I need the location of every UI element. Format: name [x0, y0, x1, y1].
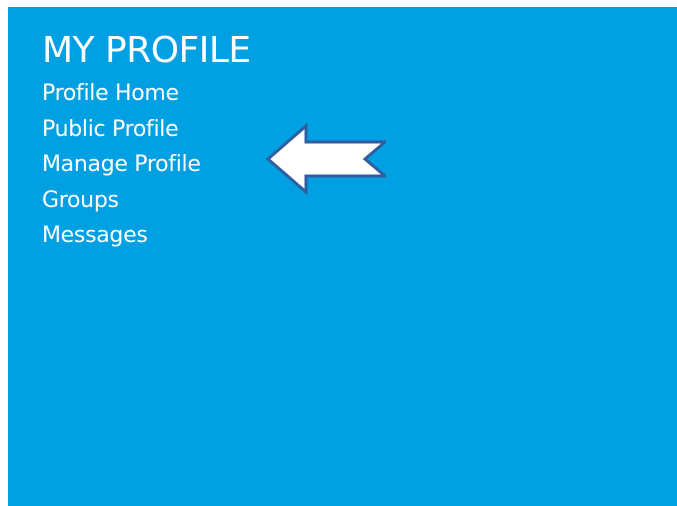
profile-nav-menu: Profile Home Public Profile Manage Profi… — [42, 83, 201, 261]
menu-item-manage-profile[interactable]: Manage Profile — [42, 154, 201, 190]
menu-item-messages[interactable]: Messages — [42, 225, 201, 261]
menu-item-public-profile[interactable]: Public Profile — [42, 118, 201, 155]
panel-title: MY PROFILE — [42, 30, 251, 71]
menu-item-profile-home[interactable]: Profile Home — [42, 83, 201, 119]
my-profile-panel: MY PROFILE Profile Home Public Profile M… — [8, 7, 677, 506]
menu-item-groups[interactable]: Groups — [42, 189, 201, 226]
left-arrow-icon — [265, 122, 386, 196]
